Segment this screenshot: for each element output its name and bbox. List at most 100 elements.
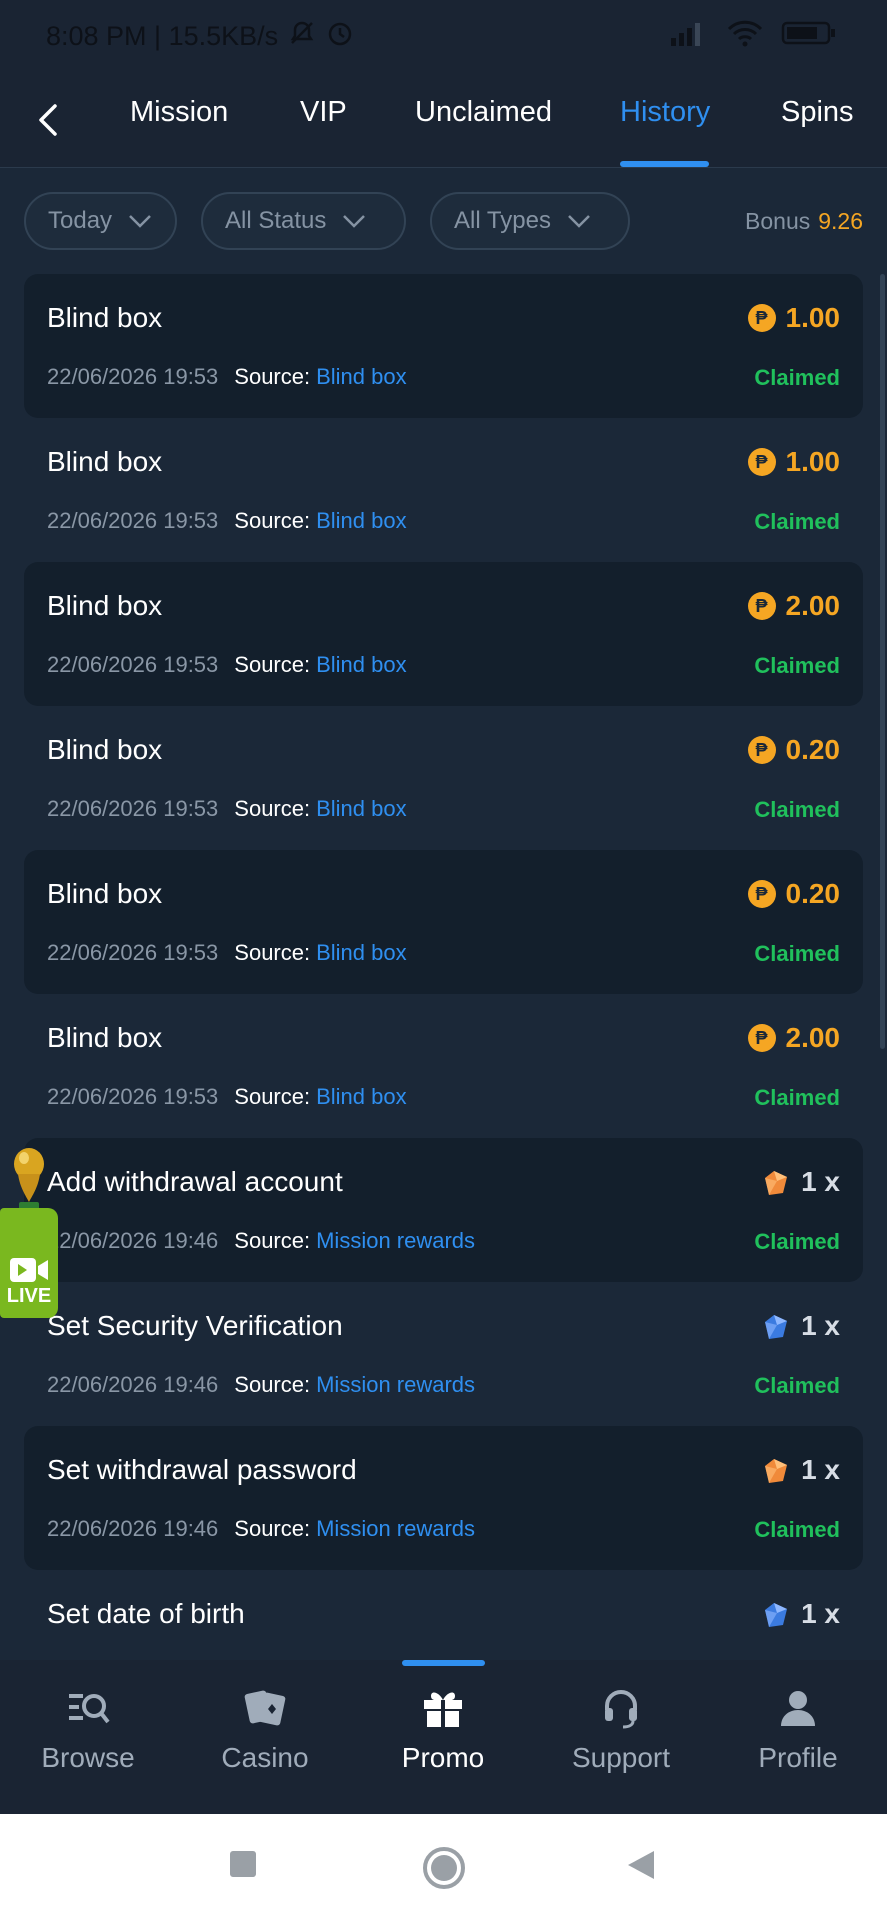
history-row[interactable]: Blind box ₱ 2.00 22/06/2026 19:53 Source: Bli… bbox=[24, 994, 863, 1138]
row-title: Blind box bbox=[47, 302, 163, 333]
tab-mission[interactable]: Mission bbox=[130, 96, 228, 129]
history-row[interactable]: Blind box ₱ 2.00 22/06/2026 19:53 Source: Bli… bbox=[24, 562, 863, 706]
nav-support-label: Support bbox=[571, 1742, 671, 1773]
row-amount: 1 x bbox=[801, 1310, 840, 1341]
row-reward: 1 x bbox=[761, 1166, 840, 1198]
row-source-link[interactable]: Blind box bbox=[316, 940, 407, 965]
bonus-label: Bonus bbox=[745, 208, 811, 234]
row-date: 22/06/2026 19:46 bbox=[47, 1372, 219, 1397]
tab-unclaimed[interactable]: Unclaimed bbox=[415, 96, 552, 129]
row-amount: 1.00 bbox=[785, 302, 841, 333]
blue-gem-icon bbox=[765, 1603, 788, 1627]
tab-vip[interactable]: VIP bbox=[300, 96, 347, 129]
row-source-label: Source: bbox=[234, 1372, 311, 1397]
types-filter-dropdown[interactable]: All Types bbox=[430, 192, 630, 250]
home-button[interactable] bbox=[422, 1846, 466, 1895]
row-reward: ₱ 0.20 bbox=[747, 878, 840, 910]
date-filter-label: Today bbox=[48, 207, 113, 234]
row-source-link[interactable]: Mission rewards bbox=[316, 1372, 475, 1397]
tab-spins[interactable]: Spins bbox=[781, 96, 854, 129]
history-row[interactable]: Blind box ₱ 1.00 22/06/2026 19:53 Source: Bli… bbox=[24, 274, 863, 418]
history-list[interactable]: Blind box ₱ 1.00 22/06/2026 19:53 Source: Bli… bbox=[24, 274, 863, 1660]
row-source-link[interactable]: Blind box bbox=[316, 364, 407, 389]
live-box: LIVE bbox=[0, 1208, 58, 1318]
chevron-down-icon bbox=[568, 215, 590, 228]
row-source-link[interactable]: Blind box bbox=[316, 1084, 407, 1109]
row-date: 22/06/2026 19:53 bbox=[47, 508, 219, 533]
nav-casino[interactable]: Casino bbox=[185, 1686, 345, 1774]
history-row[interactable]: Set withdrawal password 1 x 22/06/2026 19:… bbox=[24, 1426, 863, 1570]
row-title: Blind box bbox=[47, 590, 163, 621]
row-status: Claimed bbox=[754, 1373, 840, 1398]
row-meta: 22/06/2026 19:53 Source: Blind box bbox=[47, 1084, 407, 1110]
status-filter-dropdown[interactable]: All Status bbox=[201, 192, 406, 250]
row-source-label: Source: bbox=[234, 1084, 311, 1109]
row-amount: 2.00 bbox=[785, 1022, 841, 1053]
row-title: Set withdrawal password bbox=[47, 1454, 357, 1485]
row-source-link[interactable]: Blind box bbox=[316, 796, 407, 821]
trophy-icon bbox=[14, 1148, 44, 1212]
row-title: Blind box bbox=[47, 446, 163, 477]
back-button[interactable] bbox=[24, 96, 72, 144]
row-status: Claimed bbox=[754, 365, 840, 390]
row-reward: ₱ 0.20 bbox=[747, 734, 841, 766]
row-amount: 1 x bbox=[801, 1598, 840, 1629]
signal-icon bbox=[669, 20, 709, 53]
row-source-link[interactable]: Blind box bbox=[316, 508, 407, 533]
row-source-label: Source: bbox=[234, 940, 311, 965]
row-title: Blind box bbox=[47, 1022, 163, 1053]
nav-profile[interactable]: Profile bbox=[718, 1686, 878, 1774]
alarm-icon bbox=[326, 19, 354, 54]
blue-gem-icon bbox=[765, 1315, 788, 1339]
row-amount: 2.00 bbox=[785, 590, 841, 621]
circle-icon bbox=[423, 1847, 465, 1889]
live-badge[interactable]: LIVE bbox=[0, 1146, 58, 1318]
wifi-icon bbox=[727, 19, 763, 54]
row-date: 22/06/2026 19:46 bbox=[47, 1516, 219, 1541]
row-source-label: Source: bbox=[234, 508, 311, 533]
status-filter-label: All Status bbox=[225, 207, 327, 234]
active-nav-indicator bbox=[402, 1660, 485, 1666]
orange-gem-icon bbox=[765, 1459, 788, 1483]
coin-icon: ₱ bbox=[747, 880, 776, 908]
row-amount: 0.20 bbox=[785, 734, 841, 765]
row-amount: 1.00 bbox=[785, 446, 841, 477]
row-meta: 22/06/2026 19:46 Source: Mission rewards bbox=[47, 1516, 475, 1542]
row-title: Add withdrawal account bbox=[47, 1166, 343, 1197]
coin-icon: ₱ bbox=[747, 736, 776, 764]
row-status: Claimed bbox=[754, 509, 840, 534]
recent-apps-button[interactable] bbox=[228, 1849, 258, 1884]
row-title: Set date of birth bbox=[47, 1598, 245, 1629]
row-status: Claimed bbox=[754, 941, 840, 966]
row-source-link[interactable]: Mission rewards bbox=[316, 1228, 475, 1253]
row-meta: 22/06/2026 19:46 Source: Mission rewards bbox=[47, 1228, 475, 1254]
system-back-button[interactable] bbox=[626, 1849, 656, 1886]
row-date: 22/06/2026 19:53 bbox=[47, 796, 219, 821]
chevron-left-icon bbox=[39, 104, 57, 136]
row-meta: 22/06/2026 19:53 Source: Blind box bbox=[47, 652, 407, 678]
mute-bell-icon bbox=[288, 19, 316, 54]
coin-icon: ₱ bbox=[747, 1024, 776, 1052]
list-scrollbar[interactable] bbox=[880, 274, 885, 1049]
nav-browse[interactable]: Browse bbox=[8, 1686, 168, 1774]
row-amount: 1 x bbox=[801, 1454, 840, 1485]
history-row[interactable]: Blind box ₱ 1.00 22/06/2026 19:53 Source: Bli… bbox=[24, 418, 863, 562]
row-date: 22/06/2026 19:46 bbox=[47, 1228, 219, 1253]
row-title: Blind box bbox=[47, 878, 163, 909]
history-row[interactable]: Blind box ₱ 0.20 22/06/2026 19:53 Source: Bli… bbox=[24, 706, 863, 850]
row-source-label: Source: bbox=[234, 1228, 311, 1253]
row-source-label: Source: bbox=[234, 364, 311, 389]
row-source-link[interactable]: Blind box bbox=[316, 652, 407, 677]
date-filter-dropdown[interactable]: Today bbox=[24, 192, 177, 250]
history-row[interactable]: Set Security Verification 1 x 22/06/2026 1… bbox=[24, 1282, 863, 1426]
history-row[interactable]: Add withdrawal account 1 x 22/06/2026 19:4… bbox=[24, 1138, 863, 1282]
battery-icon bbox=[781, 20, 837, 53]
row-source-link[interactable]: Mission rewards bbox=[316, 1516, 475, 1541]
nav-support[interactable]: Support bbox=[541, 1686, 701, 1774]
tab-history[interactable]: History bbox=[620, 96, 710, 129]
history-row[interactable]: Set date of birth 1 x bbox=[24, 1570, 863, 1660]
status-time: 8:08 PM | 15.5KB/s bbox=[46, 20, 279, 51]
nav-promo[interactable]: Promo bbox=[363, 1686, 523, 1774]
bonus-summary: Bonus 9.26 bbox=[745, 208, 863, 235]
history-row[interactable]: Blind box ₱ 0.20 22/06/2026 19:53 Source: Bli… bbox=[24, 850, 863, 994]
